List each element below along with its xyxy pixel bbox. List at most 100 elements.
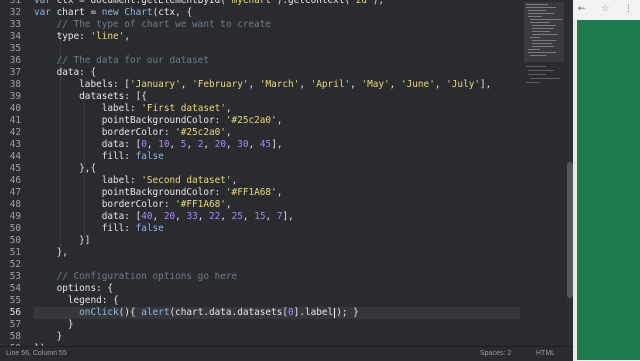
code-token: ], (480, 79, 492, 90)
code-token: pointBackgroundColor: (34, 187, 226, 198)
code-token: , (180, 79, 193, 90)
code-line[interactable]: // The data for our dataset (34, 55, 520, 67)
line-number: 56 (9, 307, 21, 318)
line-number: 43 (9, 139, 21, 150)
browser-window: ← ☆ ⋮ (573, 0, 640, 360)
code-token: 45 (259, 139, 272, 150)
line-number: 52 (9, 259, 21, 270)
code-token: var (34, 0, 51, 6)
line-number: 54 (9, 283, 21, 294)
code-token: legend: { (34, 295, 119, 306)
code-line[interactable]: borderColor: '#FF1A68', (34, 199, 520, 211)
code-line[interactable]: data: { (34, 67, 520, 79)
code-token: , (169, 139, 181, 150)
code-line[interactable]: fill: false (34, 223, 520, 235)
code-token: 'February' (192, 79, 249, 90)
code-token: ); (372, 0, 384, 6)
code-line[interactable]: } (34, 331, 520, 343)
code-line[interactable]: borderColor: '#25c2a0', (34, 127, 520, 139)
line-number: 45 (9, 163, 21, 174)
code-line[interactable]: type: 'line', (34, 31, 520, 43)
code-token: 10 (158, 139, 170, 150)
code-token: data: [ (34, 139, 142, 150)
code-token: type: (34, 31, 91, 42)
code-token: alert (141, 307, 170, 318)
code-token: 'May' (361, 79, 390, 90)
line-number: 57 (9, 319, 21, 330)
code-line[interactable]: datasets: [{ (34, 91, 520, 103)
code-token: ], (282, 211, 294, 222)
code-token: , (152, 211, 164, 222)
line-number: 48 (9, 199, 21, 210)
code-token: , (248, 79, 260, 90)
code-token: 40 (141, 211, 153, 222)
line-number: 36 (9, 55, 21, 66)
code-token: , (350, 79, 362, 90)
code-token: ); } (336, 307, 359, 318)
code-token: } (34, 331, 63, 342)
code-token: , (175, 211, 187, 222)
code-line[interactable]: options: { (34, 283, 520, 295)
line-number: 39 (9, 91, 21, 102)
code-token: , (389, 79, 401, 90)
code-token: ).getContext( (276, 0, 351, 6)
code-line[interactable]: } (34, 319, 520, 331)
code-token: 'Second dataset' (141, 175, 232, 186)
code-token: }] (34, 235, 91, 246)
code-line[interactable]: labels: ['January', 'February', 'March',… (34, 79, 520, 91)
code-token: ], (271, 139, 283, 150)
line-number: 34 (9, 31, 21, 42)
code-token: , (220, 211, 232, 222)
line-number: 44 (9, 151, 21, 162)
code-token: new (101, 7, 119, 18)
code-editor[interactable]: 31 32 33 34 35 36 37 38 39 40 41 42 43 44 45 46 47 48 49 50… (0, 0, 520, 346)
menu-dots-icon[interactable]: ⋮ (623, 4, 634, 15)
code-line[interactable]: var ctx = document.getElementById('myCha… (34, 0, 520, 7)
code-line[interactable]: }, (34, 247, 520, 259)
code-token: options: { (34, 283, 114, 294)
code-token: fill: (34, 151, 136, 162)
code-token: , (225, 127, 232, 138)
code-token: 'myChart' (225, 0, 277, 6)
code-token: (chart.data.datasets[ (169, 307, 289, 318)
code-line[interactable]: // Configuration options go here (34, 271, 520, 283)
code-token: , (186, 139, 198, 150)
back-arrow-icon[interactable]: ← (576, 4, 587, 15)
code-token: // Configuration options go here (56, 271, 238, 282)
minimap-preview (524, 2, 564, 83)
code-line[interactable]: pointBackgroundColor: '#FF1A68', (34, 187, 520, 199)
browser-page-content (577, 20, 640, 360)
code-line[interactable]: onClick(){ alert(chart.data.datasets[0].… (34, 307, 520, 319)
code-token: data: [ (34, 211, 142, 222)
code-line[interactable]: legend: { (34, 295, 520, 307)
code-line[interactable]: data: [40, 20, 33, 22, 25, 15, 7], (34, 211, 520, 223)
code-line[interactable]: data: [0, 10, 5, 2, 20, 30, 45], (34, 139, 520, 151)
code-token: // The type of chart we want to create (56, 19, 272, 30)
code-token: false (135, 151, 164, 162)
code-line[interactable]: label: 'Second dataset', (34, 175, 520, 187)
code-token: '#25c2a0' (175, 127, 226, 138)
code-token: , (225, 103, 232, 114)
star-icon[interactable]: ☆ (600, 4, 611, 15)
code-line[interactable]: // The type of chart we want to create (34, 19, 520, 31)
code-line[interactable]: fill: false (34, 151, 520, 163)
code-line[interactable]: pointBackgroundColor: '#25c2a0', (34, 115, 520, 127)
line-number: 50 (9, 235, 21, 246)
line-number: 33 (9, 19, 21, 30)
code-token: false (135, 223, 164, 234)
status-syntax[interactable]: HTML (536, 350, 555, 357)
code-line[interactable]: }] (34, 235, 520, 247)
minimap[interactable] (520, 0, 570, 346)
code-token: Chart (124, 7, 153, 18)
code-line[interactable]: label: 'First dataset', (34, 103, 520, 115)
status-indentation[interactable]: Spaces: 2 (480, 350, 511, 357)
code-line[interactable]: },{ (34, 163, 520, 175)
line-number: 47 (9, 187, 21, 198)
code-token: , (434, 79, 447, 90)
code-token: },{ (34, 163, 97, 174)
code-token: // The data for our dataset (56, 55, 209, 66)
code-line[interactable]: var chart = new Chart(ctx, { (34, 7, 520, 19)
